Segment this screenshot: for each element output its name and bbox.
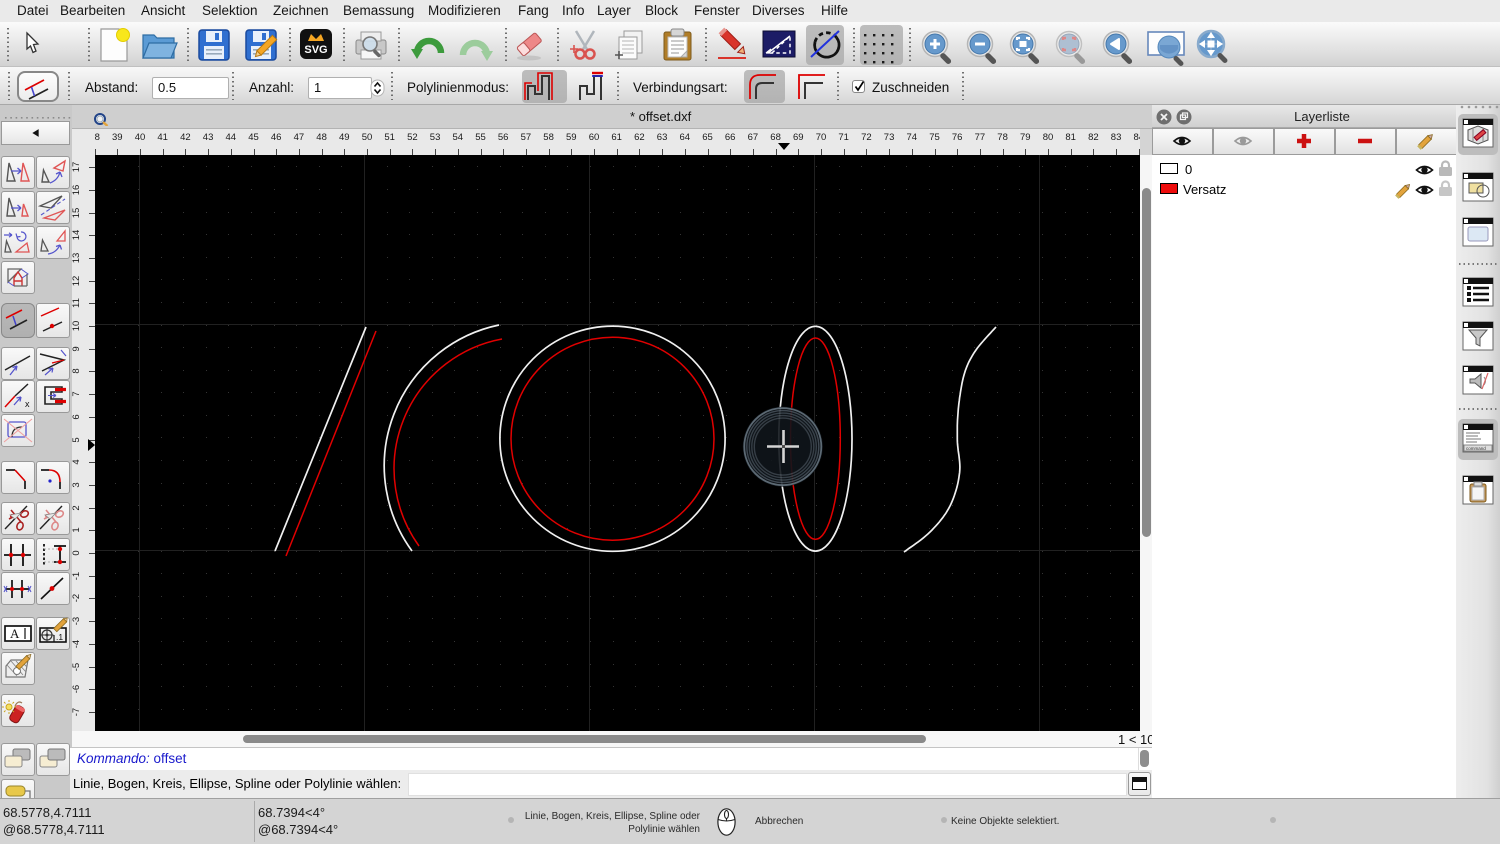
svg-text:SVG: SVG [304, 44, 327, 56]
svg-text:x: x [25, 399, 30, 409]
svg-text:command: command [1466, 446, 1486, 451]
svg-text:.1: .1 [56, 632, 63, 642]
svg-text:A: A [10, 626, 20, 641]
